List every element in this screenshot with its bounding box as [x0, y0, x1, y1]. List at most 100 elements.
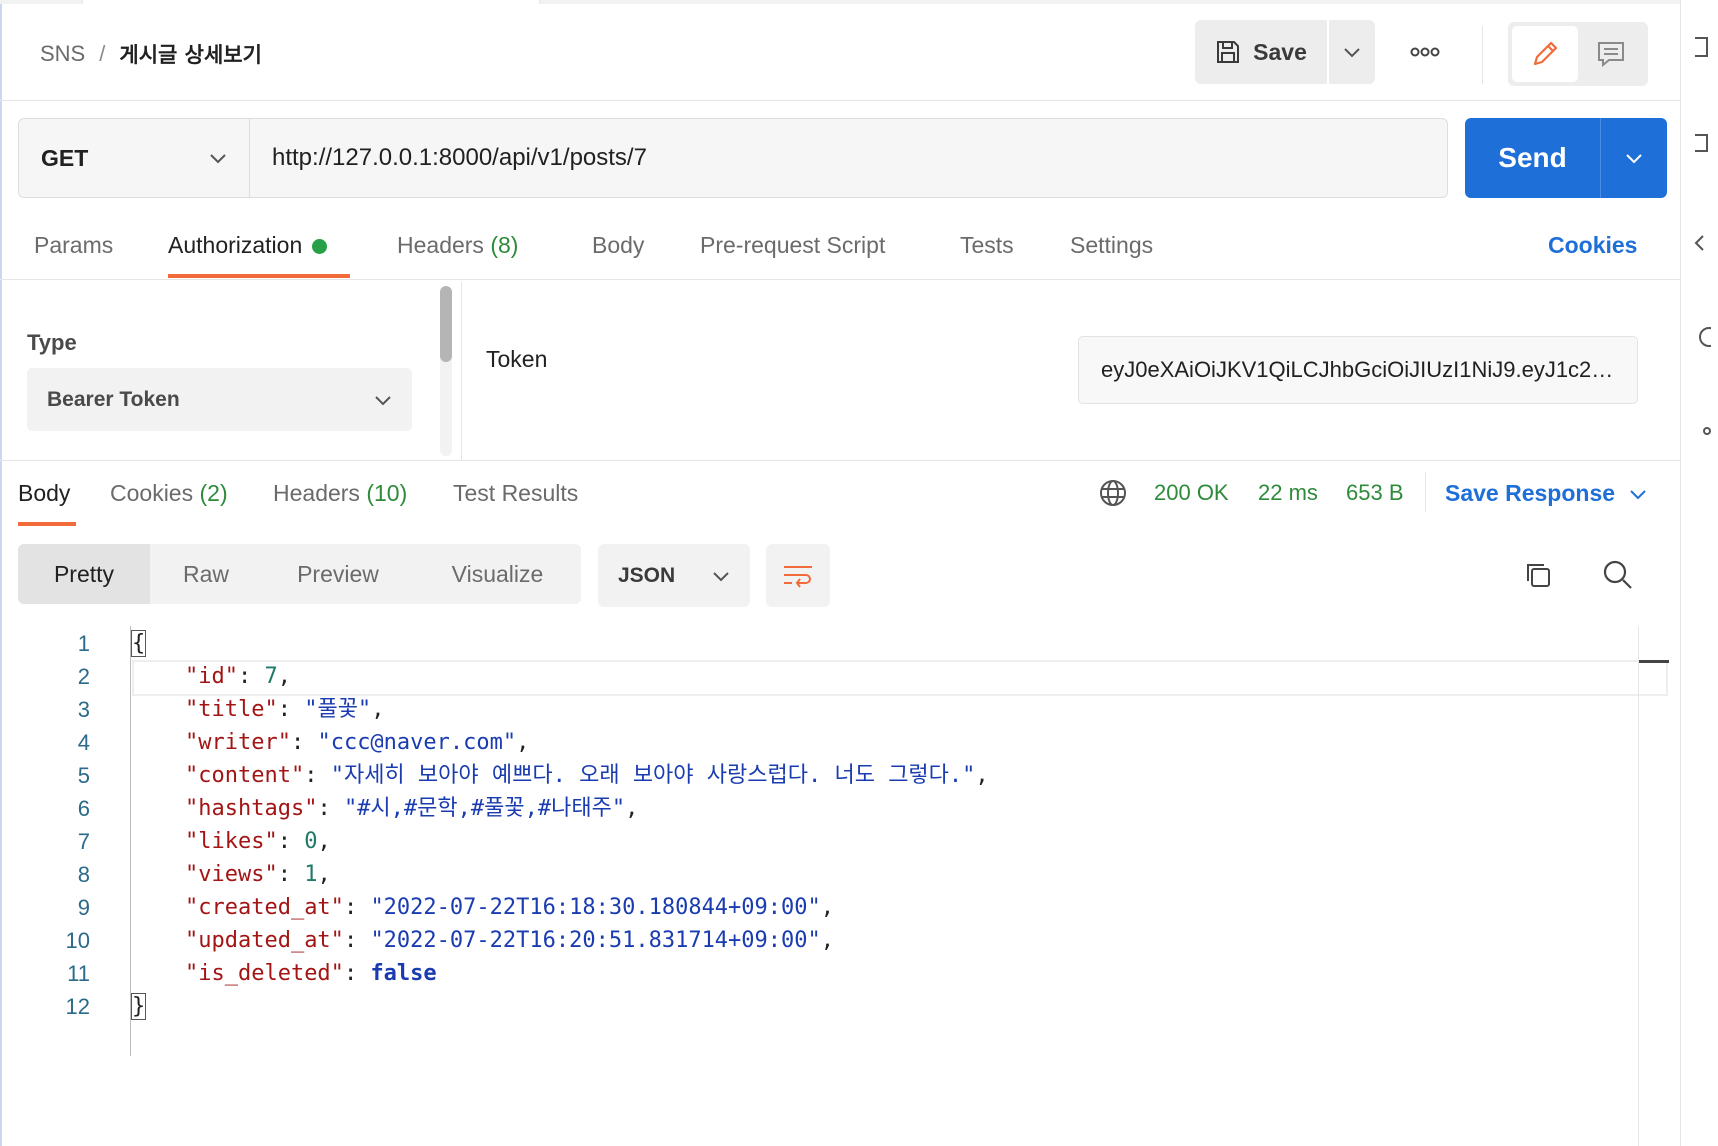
response-tab-body[interactable]: Body: [18, 480, 70, 507]
search-response-button[interactable]: [1598, 555, 1638, 595]
json-value: false: [370, 961, 437, 986]
response-tab-headers[interactable]: Headers (10): [273, 480, 407, 507]
active-tab-underline: [168, 274, 350, 278]
save-options-button[interactable]: [1327, 20, 1375, 84]
comment-icon: [1598, 42, 1624, 68]
chevron-down-icon: [210, 154, 226, 164]
tab-pre-request-script[interactable]: Pre-request Script: [700, 232, 885, 259]
language-select[interactable]: JSON: [598, 544, 750, 607]
documentation-icon[interactable]: [1689, 36, 1711, 58]
code-line: 5 "content": "자세히 보아야 예쁘다. 오래 보아야 사랑스럽다.…: [0, 758, 1668, 794]
json-value: "ccc@naver.com": [317, 730, 517, 755]
code-text: "content": "자세히 보아야 예쁘다. 오래 보아야 사랑스럽다. 너…: [184, 763, 989, 788]
json-comma: ,: [317, 862, 331, 887]
format-pretty[interactable]: Pretty: [18, 544, 150, 604]
save-button[interactable]: Save: [1195, 20, 1327, 84]
code-line: 4 "writer": "ccc@naver.com",: [0, 725, 1668, 761]
format-preview[interactable]: Preview: [262, 544, 414, 604]
response-body-editor[interactable]: 1{2 "id": 7, 3 "title": "풀꽃", 4 "writer": …: [0, 626, 1669, 1146]
more-options-button[interactable]: [1405, 34, 1445, 70]
comments-mode-button[interactable]: [1578, 26, 1644, 82]
request-name[interactable]: 게시글 상세보기: [119, 39, 262, 69]
edit-mode-button[interactable]: [1512, 26, 1578, 82]
tab-params[interactable]: Params: [34, 232, 113, 259]
globe-icon[interactable]: [1098, 478, 1128, 508]
response-tab-cookies[interactable]: Cookies (2): [110, 480, 228, 507]
editor-scrollbar[interactable]: [1638, 626, 1669, 1146]
copy-response-button[interactable]: [1518, 555, 1558, 595]
copy-icon: [1527, 564, 1550, 587]
auth-panel-scrollbar[interactable]: [440, 286, 452, 456]
settings-icon[interactable]: [1689, 420, 1711, 442]
code-line: 6 "hashtags": "#시,#문학,#풀꽃,#나태주",: [0, 791, 1668, 827]
code-text: "hashtags": "#시,#문학,#풀꽃,#나태주",: [184, 796, 639, 821]
send-button[interactable]: Send: [1465, 118, 1600, 198]
auth-type-label: Type: [27, 330, 77, 355]
token-input[interactable]: eyJ0eXAiOiJKV1QiLCJhbGciOiJIUzI1NiJ9.eyJ…: [1078, 336, 1638, 404]
breadcrumb-collection[interactable]: SNS: [40, 41, 85, 67]
response-divider: [0, 460, 1680, 461]
status-divider: [1425, 472, 1426, 512]
header-divider: [1482, 26, 1483, 84]
auth-type-select[interactable]: Bearer Token: [27, 368, 412, 431]
save-group: Save: [1195, 20, 1375, 84]
send-options-button[interactable]: [1600, 118, 1667, 198]
cookies-link[interactable]: Cookies: [1548, 232, 1637, 259]
tab-settings[interactable]: Settings: [1070, 232, 1153, 259]
save-icon: [1217, 41, 1240, 63]
open-brace: {: [130, 630, 147, 657]
code-text: "likes": 0,: [184, 829, 331, 854]
response-size[interactable]: 653 B: [1346, 480, 1404, 506]
code-text: "views": 1,: [184, 862, 331, 887]
json-comma: ,: [371, 697, 385, 722]
format-visualize[interactable]: Visualize: [414, 544, 581, 604]
save-response-button[interactable]: Save Response: [1445, 480, 1647, 507]
json-value: "자세히 보아야 예쁘다. 오래 보아야 사랑스럽다. 너도 그렇다.": [330, 763, 976, 788]
info-icon[interactable]: [1689, 326, 1711, 348]
headers-count: (8): [490, 232, 519, 258]
tab-tests[interactable]: Tests: [960, 232, 1014, 259]
tab-body[interactable]: Body: [592, 232, 644, 259]
format-raw[interactable]: Raw: [150, 544, 262, 604]
view-mode-toggle: [1508, 22, 1648, 86]
pencil-icon: [1533, 41, 1558, 66]
json-key: "content": [184, 763, 305, 788]
auth-active-indicator: [312, 239, 328, 255]
code-text: "is_deleted": false: [184, 961, 437, 986]
scrollbar-thumb[interactable]: [440, 286, 452, 362]
format-tabs: Pretty Raw Preview Visualize: [18, 544, 581, 604]
json-key: "hashtags": [184, 796, 318, 821]
response-tab-test-results[interactable]: Test Results: [453, 480, 578, 507]
code-line: 3 "title": "풀꽃",: [0, 692, 1668, 728]
tab-headers[interactable]: Headers (8): [397, 232, 518, 259]
json-comma: ,: [516, 730, 530, 755]
response-cookies-count: (2): [199, 480, 228, 506]
code-icon[interactable]: [1689, 232, 1711, 254]
save-response-label: Save Response: [1445, 480, 1616, 506]
line-number: 10: [65, 928, 90, 953]
json-value: "풀꽃": [304, 697, 372, 722]
json-value: "2022-07-22T16:18:30.180844+09:00": [370, 895, 821, 920]
chevron-down-icon: [713, 571, 729, 581]
wrap-lines-button[interactable]: [766, 544, 830, 607]
line-number: 12: [65, 994, 90, 1019]
response-time[interactable]: 22 ms: [1258, 480, 1318, 506]
more-icon: [1410, 47, 1440, 57]
json-key: "id": [184, 664, 238, 689]
auth-type-panel: Type Bearer Token: [0, 282, 462, 460]
response-tabs: Body Cookies (2) Headers (10) Test Resul…: [0, 462, 1680, 526]
json-comma: ,: [625, 796, 639, 821]
scroll-position-marker: [1639, 660, 1669, 663]
json-key: "is_deleted": [184, 961, 344, 986]
code-text: "title": "풀꽃",: [184, 697, 385, 722]
url-input[interactable]: [250, 119, 1447, 197]
method-select[interactable]: GET: [19, 119, 250, 197]
response-cookies-label: Cookies: [110, 480, 194, 506]
json-key: "title": [184, 697, 278, 722]
comment-icon[interactable]: [1689, 132, 1711, 154]
status-code[interactable]: 200 OK: [1154, 480, 1229, 506]
json-comma: ,: [820, 895, 835, 920]
json-comma: ,: [317, 829, 331, 854]
tab-authorization[interactable]: Authorization: [168, 232, 328, 259]
chevron-down-icon: [375, 395, 391, 405]
